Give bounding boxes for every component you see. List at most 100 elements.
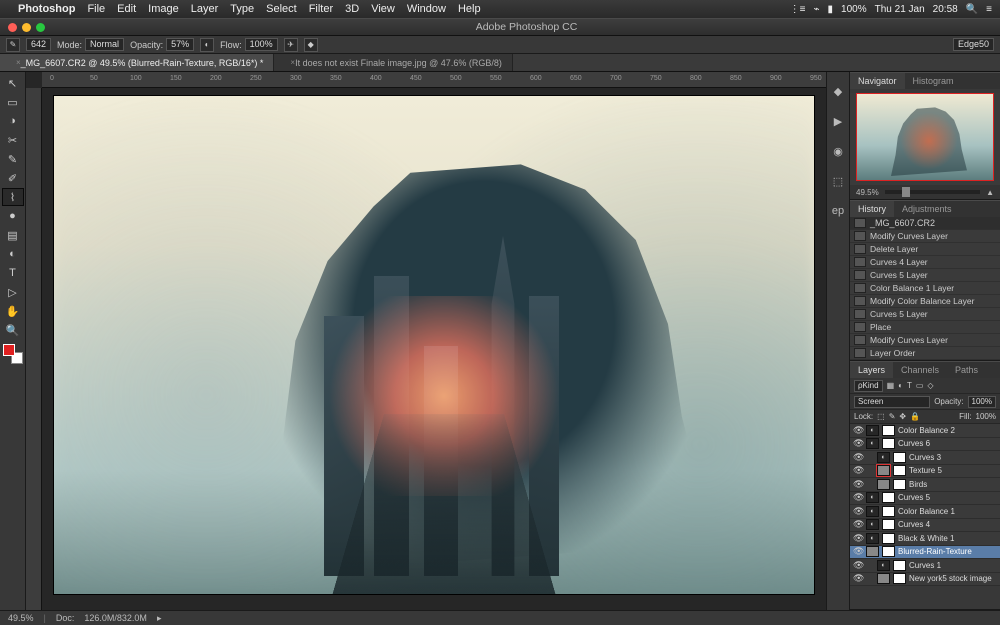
stamp-tool[interactable]: ● (2, 207, 24, 225)
layer-row[interactable]: 👁◐Black & White 1 (850, 532, 1000, 546)
crop-tool[interactable]: ✂ (2, 131, 24, 149)
visibility-toggle-icon[interactable]: 👁 (853, 479, 863, 490)
filter-type-icon[interactable]: T (907, 381, 912, 390)
collapsed-panel-icon[interactable]: ▶ (829, 112, 847, 130)
layer-row[interactable]: 👁Birds (850, 478, 1000, 492)
date[interactable]: Thu 21 Jan (875, 4, 925, 15)
visibility-toggle-icon[interactable]: 👁 (853, 492, 863, 503)
collapsed-panel-icon[interactable]: ⬚ (829, 172, 847, 190)
visibility-toggle-icon[interactable]: 👁 (853, 573, 863, 584)
dodge-tool[interactable]: ◐ (2, 245, 24, 263)
layer-mask-thumb[interactable] (893, 465, 906, 476)
layer-mask-thumb[interactable] (882, 519, 895, 530)
tab-paths[interactable]: Paths (947, 362, 986, 378)
layer-row[interactable]: 👁◐Curves 6 (850, 438, 1000, 452)
menu-image[interactable]: Image (148, 3, 179, 15)
history-item[interactable]: Delete Layer (850, 243, 1000, 256)
menu-type[interactable]: Type (230, 3, 254, 15)
spotlight-icon[interactable]: 🔍 (966, 4, 978, 15)
type-tool[interactable]: T (2, 264, 24, 282)
gradient-tool[interactable]: ▤ (2, 226, 24, 244)
color-swatches[interactable] (3, 344, 23, 364)
menu-file[interactable]: File (87, 3, 105, 15)
filter-pixel-icon[interactable]: ▦ (887, 381, 895, 390)
zoom-window-button[interactable] (36, 23, 45, 32)
zoom-tool[interactable]: 🔍 (2, 321, 24, 339)
layer-mask-thumb[interactable] (882, 492, 895, 503)
menu-layer[interactable]: Layer (191, 3, 219, 15)
tab-channels[interactable]: Channels (893, 362, 947, 378)
layer-row[interactable]: 👁◐Curves 5 (850, 492, 1000, 506)
layer-thumb[interactable] (877, 465, 890, 476)
visibility-toggle-icon[interactable]: 👁 (853, 465, 863, 476)
flow-field[interactable]: 100% (245, 38, 278, 51)
lock-position-icon[interactable]: ✥ (899, 412, 906, 421)
battery-icon[interactable]: ▮ (828, 4, 834, 15)
history-snapshot[interactable]: _MG_6607.CR2 (850, 217, 1000, 230)
minimize-window-button[interactable] (22, 23, 31, 32)
menu-app-name[interactable]: Photoshop (18, 3, 75, 15)
opacity-field[interactable]: 57% (166, 38, 194, 51)
filter-adj-icon[interactable]: ◐ (898, 381, 903, 390)
layer-row[interactable]: 👁Texture 5 (850, 465, 1000, 479)
tab-adjustments[interactable]: Adjustments (894, 201, 960, 217)
status-zoom[interactable]: 49.5% (8, 613, 34, 623)
layer-mask-thumb[interactable] (882, 533, 895, 544)
layer-blend-mode[interactable]: Screen (854, 396, 930, 408)
zoom-in-icon[interactable]: ▲ (986, 188, 994, 197)
tab-history[interactable]: History (850, 201, 894, 217)
lock-all-icon[interactable]: 🔒 (910, 412, 920, 421)
visibility-toggle-icon[interactable]: 👁 (853, 425, 863, 436)
navigator-zoom-value[interactable]: 49.5% (856, 188, 879, 197)
layer-row[interactable]: 👁◐Color Balance 2 (850, 424, 1000, 438)
visibility-toggle-icon[interactable]: 👁 (853, 506, 863, 517)
visibility-toggle-icon[interactable]: 👁 (853, 452, 863, 463)
lock-transparency-icon[interactable]: ⬚ (877, 412, 885, 421)
history-item[interactable]: Curves 5 Layer (850, 269, 1000, 282)
status-chevron-icon[interactable]: ▸ (157, 613, 162, 624)
visibility-toggle-icon[interactable]: 👁 (853, 533, 863, 544)
history-item[interactable]: Color Balance 1 Layer (850, 282, 1000, 295)
tab-histogram[interactable]: Histogram (905, 73, 962, 89)
menu-select[interactable]: Select (266, 3, 297, 15)
wifi-icon[interactable]: ⋮≡ (790, 4, 806, 15)
time[interactable]: 20:58 (933, 4, 958, 15)
blend-mode-select[interactable]: Normal (85, 38, 124, 51)
layer-thumb[interactable] (877, 479, 890, 490)
layer-row[interactable]: 👁◐Color Balance 1 (850, 505, 1000, 519)
layer-mask-thumb[interactable] (882, 546, 895, 557)
menu-help[interactable]: Help (458, 3, 481, 15)
ruler-horizontal[interactable]: 0501001502002503003504004505005506006507… (42, 72, 826, 88)
bluetooth-icon[interactable]: ⌁ (814, 4, 820, 15)
pressure-opacity-icon[interactable]: ◐ (200, 38, 214, 52)
layer-mask-thumb[interactable] (893, 452, 906, 463)
lock-pixels-icon[interactable]: ✎ (889, 412, 896, 421)
canvas-area[interactable] (42, 88, 826, 610)
foreground-color-swatch[interactable] (3, 344, 15, 356)
history-item[interactable]: Modify Curves Layer (850, 334, 1000, 347)
menu-extras-icon[interactable]: ≡ (986, 4, 992, 15)
history-item[interactable]: Layer Order (850, 347, 1000, 360)
layer-row[interactable]: 👁◐Curves 3 (850, 451, 1000, 465)
history-item[interactable]: Curves 5 Layer (850, 308, 1000, 321)
filter-shape-icon[interactable]: ▭ (916, 381, 924, 390)
layer-mask-thumb[interactable] (893, 573, 906, 584)
menu-edit[interactable]: Edit (117, 3, 136, 15)
pressure-size-icon[interactable]: ◆ (304, 38, 318, 52)
menu-window[interactable]: Window (407, 3, 446, 15)
status-doc-value[interactable]: 126.0M/832.0M (84, 613, 147, 623)
layer-thumb[interactable] (866, 546, 879, 557)
layer-mask-thumb[interactable] (882, 506, 895, 517)
menu-view[interactable]: View (371, 3, 395, 15)
layer-opacity-field[interactable]: 100% (968, 396, 996, 408)
canvas[interactable] (54, 96, 814, 594)
document-tab[interactable]: × It does not exist Finale image.jpg @ 4… (274, 54, 512, 71)
navigator-zoom-slider[interactable] (885, 190, 980, 194)
filter-smart-icon[interactable]: ◇ (927, 381, 933, 390)
layer-filter-kind[interactable]: ρKind (854, 380, 883, 392)
layer-row[interactable]: 👁New york5 stock image (850, 573, 1000, 587)
layer-mask-thumb[interactable] (893, 560, 906, 571)
navigator-thumbnail[interactable] (856, 93, 994, 181)
history-item[interactable]: Modify Color Balance Layer (850, 295, 1000, 308)
layer-mask-thumb[interactable] (882, 438, 895, 449)
